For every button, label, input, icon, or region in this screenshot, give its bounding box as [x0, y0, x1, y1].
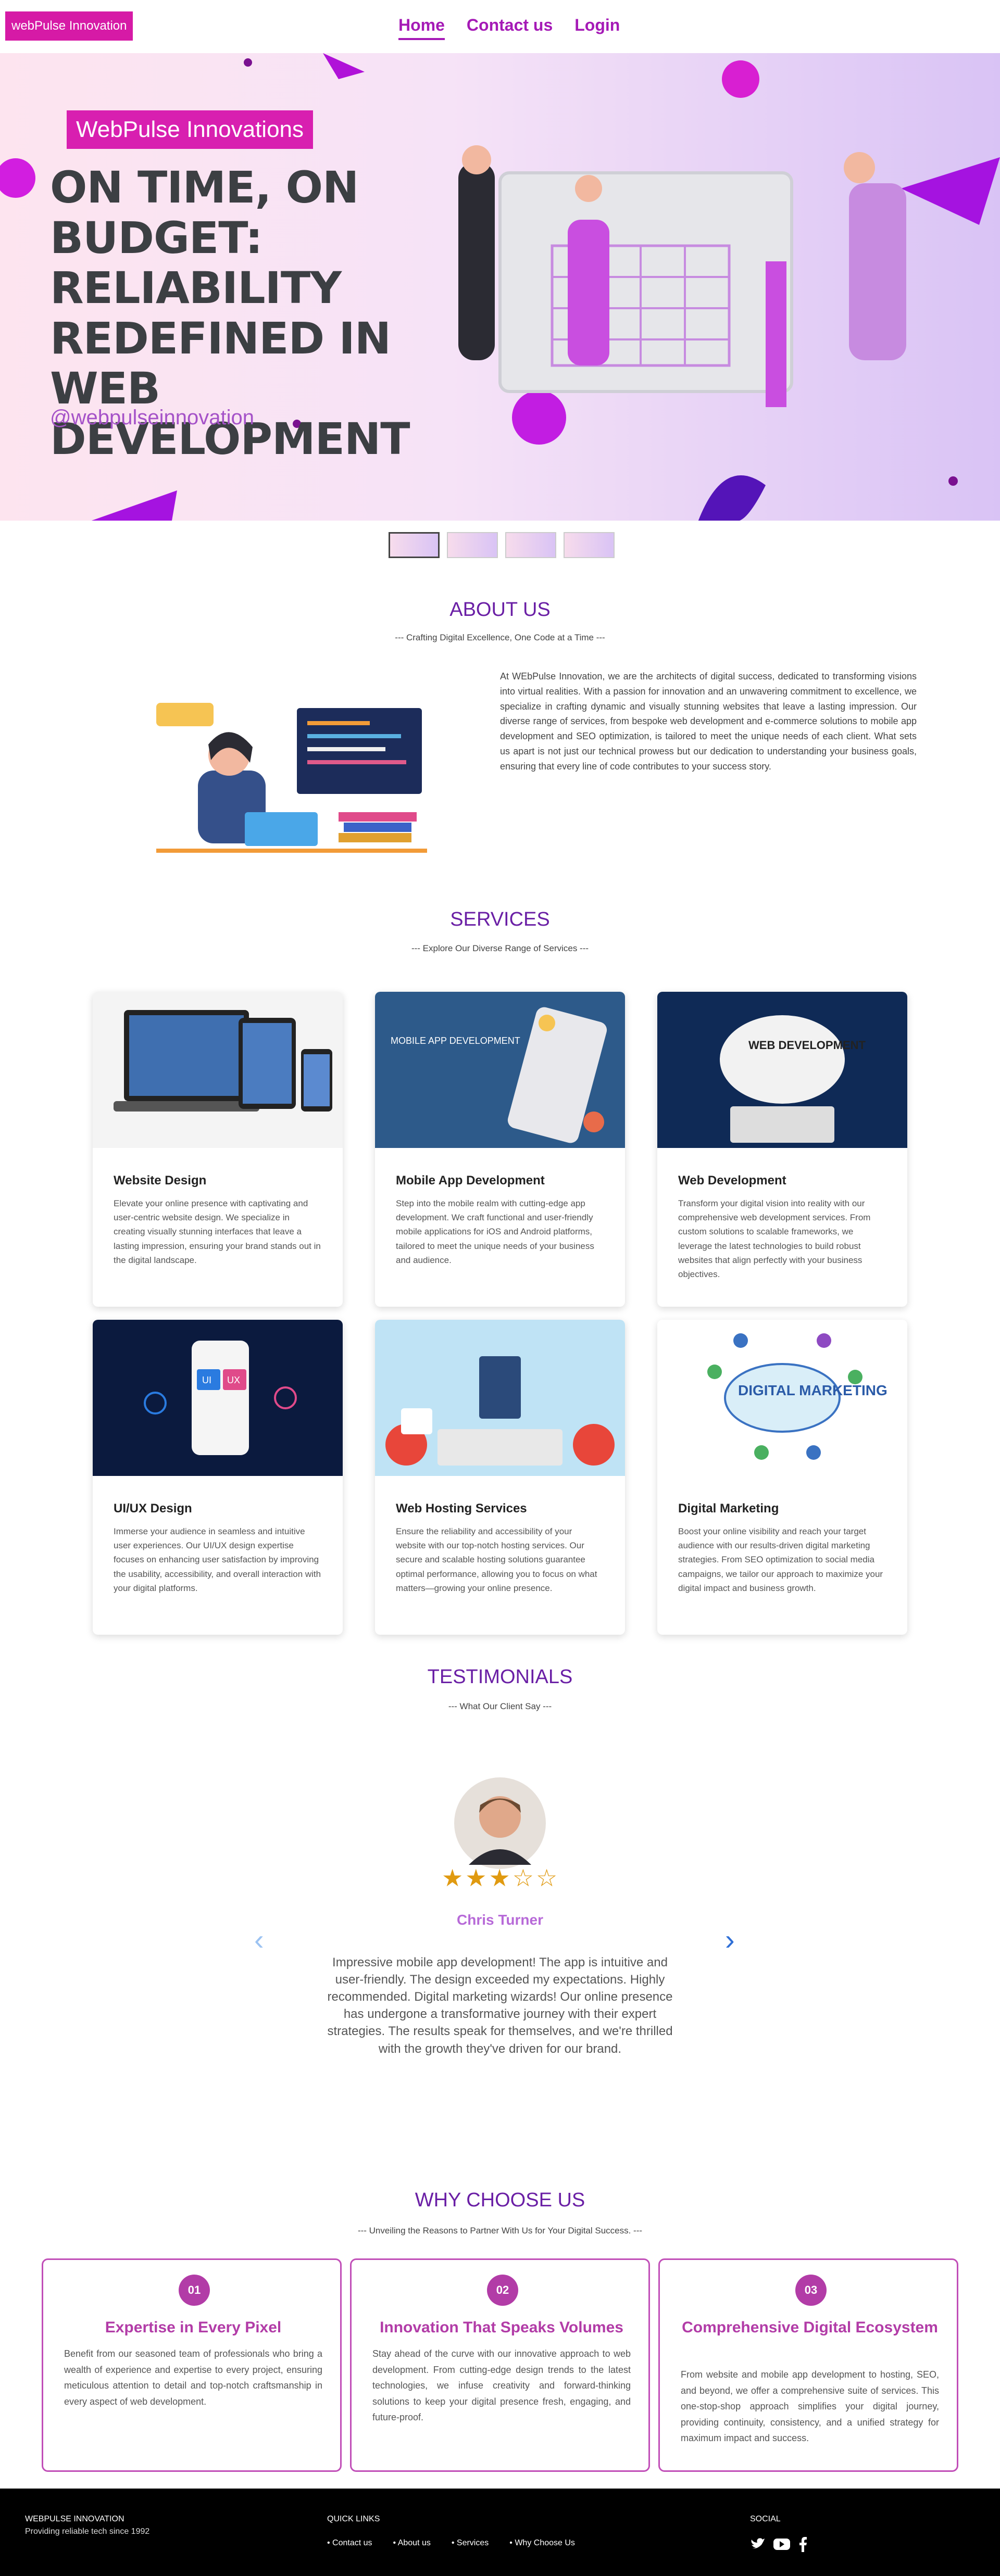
- nav-link-login[interactable]: Login: [574, 16, 620, 40]
- service-card-text: Transform your digital vision into reali…: [678, 1198, 871, 1279]
- testimonial-quote: Impressive mobile app development! The a…: [327, 1955, 673, 2056]
- footer-link-why[interactable]: Why Choose Us: [509, 2539, 575, 2548]
- digital-marketing-image-caption: DIGITAL MARKETING: [738, 1382, 888, 1398]
- service-card-title: UI/UX Design: [114, 1501, 192, 1516]
- service-card-text: Step into the mobile realm with cutting-…: [396, 1198, 594, 1265]
- hero-banner: WebPulse Innovations ON TIME, ON BUDGET:…: [0, 53, 1000, 521]
- why-card-title: Expertise in Every Pixel: [105, 2319, 282, 2336]
- testimonials-title: TESTIMONIALS: [427, 1666, 573, 1688]
- carousel-thumb-2[interactable]: [447, 532, 498, 558]
- service-card-website-design[interactable]: Website Design Elevate your online prese…: [93, 992, 343, 1307]
- service-card-uiux-design[interactable]: UI UX UI/UX Design Immerse your audience…: [93, 1320, 343, 1635]
- why-card-number: 02: [487, 2275, 518, 2306]
- client-avatar: [454, 1777, 546, 1869]
- digital-marketing-image: DIGITAL MARKETING: [657, 1320, 907, 1476]
- footer-link-about[interactable]: About us: [393, 2539, 431, 2548]
- service-card-title: Mobile App Development: [396, 1173, 545, 1188]
- nav-menu: Home Contact us Login: [398, 16, 620, 40]
- footer: WEBPULSE INNOVATION Providing reliable t…: [0, 2489, 1000, 2576]
- social-title: SOCIAL: [750, 2515, 781, 2523]
- why-card-number: 03: [795, 2275, 827, 2306]
- star-empty-icon: ☆: [512, 1864, 534, 1891]
- service-card-title: Digital Marketing: [678, 1501, 779, 1516]
- why-card-title: Comprehensive Digital Ecosystem: [682, 2319, 938, 2336]
- rating-stars: ★ ★ ★ ☆ ☆: [442, 1864, 557, 1892]
- navbar: webPulse Innovation Home Contact us Logi…: [0, 0, 1000, 53]
- nav-link-home[interactable]: Home: [398, 16, 445, 40]
- service-card-mobile-app[interactable]: MOBILE APP DEVELOPMENT Mobile App Develo…: [375, 992, 625, 1307]
- star-filled-icon: ★: [442, 1864, 464, 1891]
- footer-brand: WEBPULSE INNOVATION: [25, 2515, 124, 2523]
- why-card-expertise: 01 Expertise in Every Pixel Benefit from…: [42, 2258, 342, 2472]
- client-name: Chris Turner: [457, 1912, 543, 1928]
- web-development-image-caption: WEB DEVELOPMENT: [748, 1039, 866, 1052]
- uiux-design-image: UI UX: [93, 1320, 343, 1476]
- testimonials-subtitle: --- What Our Client Say ---: [448, 1701, 552, 1711]
- hero-handle[interactable]: @webpulseinnovation: [50, 406, 254, 430]
- footer-tagline: Providing reliable tech since 1992: [25, 2527, 150, 2536]
- next-arrow-icon[interactable]: ›: [725, 1923, 735, 1956]
- why-card-text: Benefit from our seasoned team of profes…: [64, 2348, 322, 2407]
- nav-link-contact[interactable]: Contact us: [467, 16, 553, 40]
- footer-link-contact[interactable]: Contact us: [327, 2539, 372, 2548]
- web-development-image: WEB DEVELOPMENT: [657, 992, 907, 1148]
- twitter-icon[interactable]: [750, 2536, 766, 2551]
- service-card-text: Ensure the reliability and accessibility…: [396, 1526, 597, 1593]
- why-card-number: 01: [179, 2275, 210, 2306]
- service-card-digital-marketing[interactable]: DIGITAL MARKETING Digital Marketing Boos…: [657, 1320, 907, 1635]
- why-card-ecosystem: 03 Comprehensive Digital Ecosystem From …: [658, 2258, 958, 2472]
- services-title: SERVICES: [450, 908, 550, 930]
- service-card-web-hosting[interactable]: Web Hosting Services Ensure the reliabil…: [375, 1320, 625, 1635]
- about-title: ABOUT US: [449, 599, 551, 621]
- service-card-text: Elevate your online presence with captiv…: [114, 1198, 321, 1265]
- quick-links: Contact us About us Services Why Choose …: [327, 2539, 575, 2548]
- svg-text:UI: UI: [202, 1375, 211, 1385]
- facebook-icon[interactable]: [798, 2536, 808, 2552]
- web-hosting-image: [375, 1320, 625, 1476]
- services-subtitle: --- Explore Our Diverse Range of Service…: [411, 943, 589, 953]
- quick-links-title: QUICK LINKS: [327, 2515, 380, 2523]
- why-card-innovation: 02 Innovation That Speaks Volumes Stay a…: [350, 2258, 650, 2472]
- youtube-icon[interactable]: [773, 2536, 791, 2551]
- carousel-thumb-1[interactable]: [389, 532, 440, 558]
- why-subtitle: --- Unveiling the Reasons to Partner Wit…: [357, 2226, 643, 2236]
- service-card-title: Website Design: [114, 1173, 207, 1188]
- mobile-app-image-caption: MOBILE APP DEVELOPMENT: [391, 1036, 520, 1046]
- why-card-text: From website and mobile app development …: [681, 2369, 939, 2444]
- service-card-text: Boost your online visibility and reach y…: [678, 1526, 883, 1593]
- star-filled-icon: ★: [489, 1864, 510, 1891]
- carousel-thumb-3[interactable]: [505, 532, 556, 558]
- service-card-title: Web Development: [678, 1173, 786, 1188]
- mobile-app-image: MOBILE APP DEVELOPMENT: [375, 992, 625, 1148]
- social-links: [750, 2536, 808, 2552]
- about-illustration: [156, 703, 427, 853]
- star-empty-icon: ☆: [536, 1864, 558, 1891]
- prev-arrow-icon[interactable]: ‹: [254, 1923, 264, 1956]
- why-card-text: Stay ahead of the curve with our innovat…: [372, 2348, 631, 2423]
- service-card-web-development[interactable]: WEB DEVELOPMENT Web Development Transfor…: [657, 992, 907, 1307]
- carousel-thumbnails: [389, 532, 615, 558]
- hero-tag: WebPulse Innovations: [67, 110, 314, 149]
- carousel-thumb-4[interactable]: [564, 532, 615, 558]
- brand-logo[interactable]: webPulse Innovation: [5, 11, 133, 41]
- svg-text:UX: UX: [227, 1375, 240, 1385]
- why-card-title: Innovation That Speaks Volumes: [380, 2319, 623, 2336]
- service-card-text: Immerse your audience in seamless and in…: [114, 1526, 321, 1593]
- about-text: At WEbPulse Innovation, we are the archi…: [500, 671, 917, 772]
- website-design-image: [93, 992, 343, 1148]
- star-filled-icon: ★: [465, 1864, 487, 1891]
- footer-link-services[interactable]: Services: [452, 2539, 489, 2548]
- service-card-title: Web Hosting Services: [396, 1501, 527, 1516]
- why-title: WHY CHOOSE US: [415, 2189, 585, 2211]
- about-subtitle: --- Crafting Digital Excellence, One Cod…: [395, 633, 605, 642]
